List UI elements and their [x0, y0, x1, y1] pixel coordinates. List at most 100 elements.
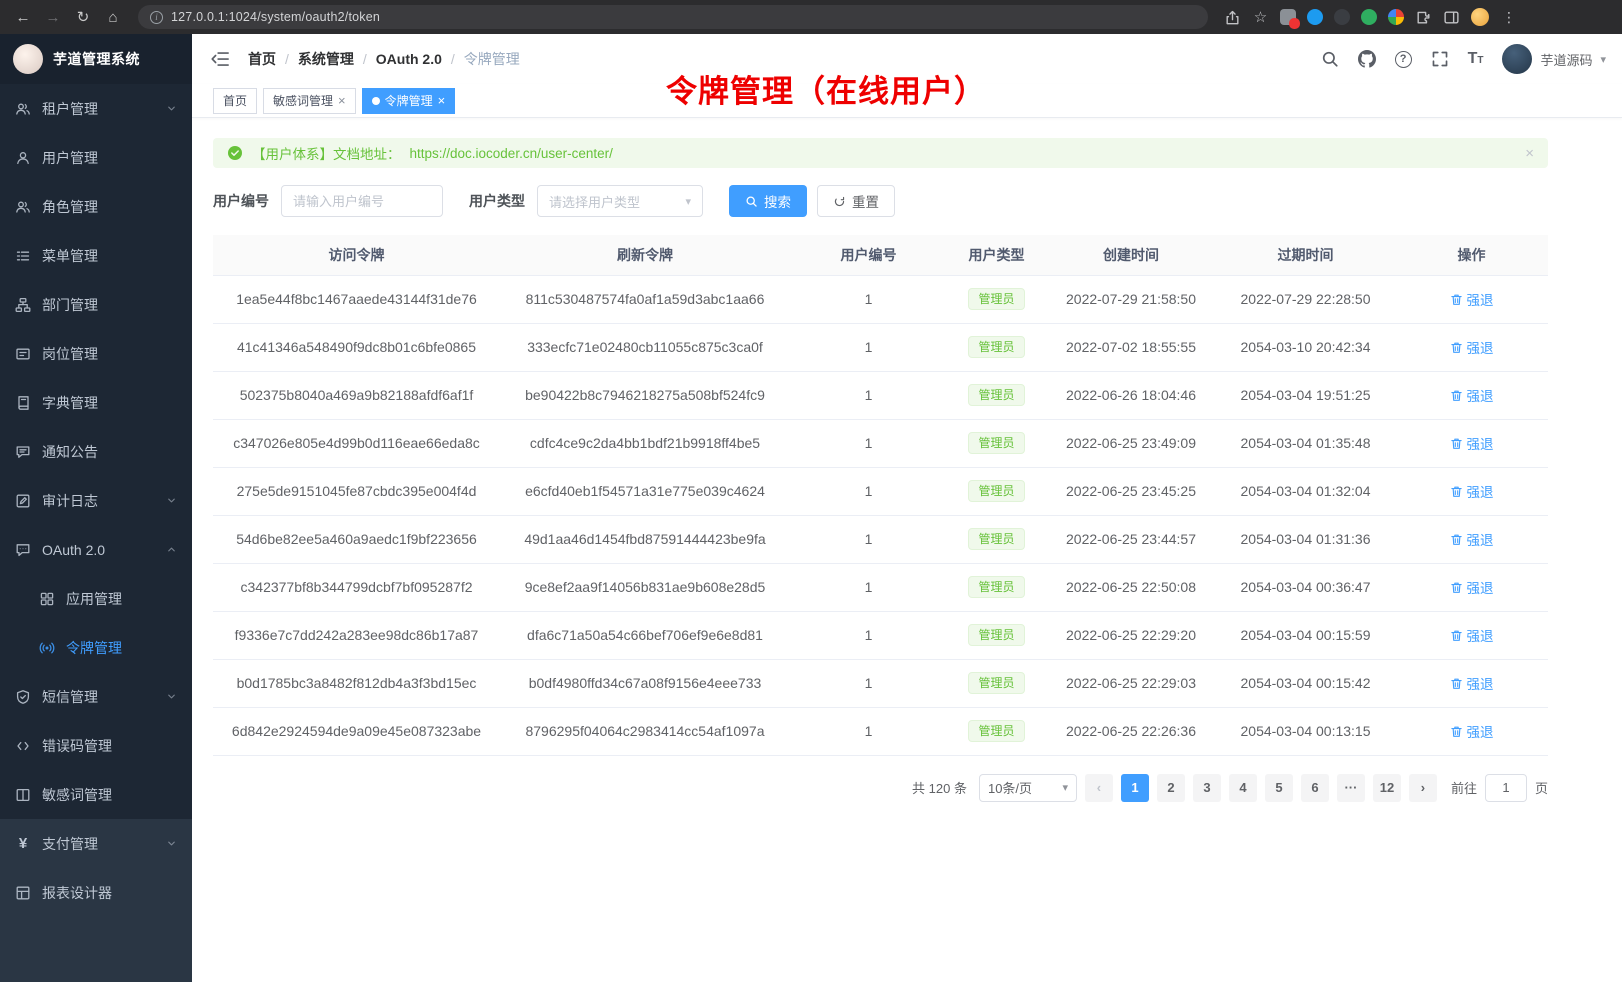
site-info-icon[interactable]: i: [150, 11, 163, 24]
user-type-badge: 管理员: [968, 336, 1024, 358]
fullscreen-icon[interactable]: [1431, 50, 1449, 68]
share-icon[interactable]: [1224, 9, 1241, 26]
reset-button[interactable]: 重置: [817, 185, 895, 217]
browser-menu-kebab-icon[interactable]: ⋮: [1500, 9, 1518, 26]
breadcrumb-item-current: 令牌管理: [464, 49, 520, 69]
sidebar-item-post[interactable]: 岗位管理: [0, 329, 192, 378]
refresh-token-cell: 49d1aa46d1454fbd87591444423be9fa: [500, 515, 790, 563]
help-icon[interactable]: ?: [1395, 51, 1412, 68]
user-id-input[interactable]: [281, 185, 443, 217]
sidebar-item-audit-log[interactable]: 审计日志: [0, 476, 192, 525]
extension-icon-4[interactable]: [1361, 9, 1377, 25]
breadcrumb-item-oauth[interactable]: OAuth 2.0: [376, 51, 442, 67]
page-button-3[interactable]: 3: [1193, 774, 1221, 802]
users-icon: [15, 101, 31, 117]
page-button-12[interactable]: 12: [1373, 774, 1401, 802]
force-logout-button[interactable]: 强退: [1450, 625, 1494, 645]
force-logout-button[interactable]: 强退: [1450, 577, 1494, 597]
extensions-puzzle-icon[interactable]: [1415, 9, 1432, 26]
sidebar-item-notice[interactable]: 通知公告: [0, 427, 192, 476]
doc-link[interactable]: https://doc.iocoder.cn/user-center/: [410, 146, 613, 161]
sidebar-item-pay[interactable]: ¥ 支付管理: [0, 819, 192, 868]
extension-icon-5[interactable]: [1388, 9, 1404, 25]
home-icon[interactable]: ⌂: [100, 4, 126, 30]
sidebar-item-oauth[interactable]: OAuth 2.0: [0, 525, 192, 574]
page-button-5[interactable]: 5: [1265, 774, 1293, 802]
yen-icon: ¥: [15, 835, 31, 852]
forward-icon[interactable]: →: [40, 4, 66, 30]
sidebar-item-tenant[interactable]: 租户管理: [0, 84, 192, 133]
prev-page-button[interactable]: ‹: [1085, 774, 1113, 802]
table-row: 6d842e2924594de9a09e45e087323abe 8796295…: [213, 707, 1548, 755]
action-cell: 强退: [1395, 419, 1548, 467]
page-button-4[interactable]: 4: [1229, 774, 1257, 802]
tab-home[interactable]: 首页: [213, 88, 257, 114]
access-token-cell: 1ea5e44f8bc1467aaede43144f31de76: [213, 275, 500, 323]
goto-page-input[interactable]: [1485, 774, 1527, 802]
page-more-button[interactable]: ···: [1337, 774, 1365, 802]
sidebar-item-user[interactable]: 用户管理: [0, 133, 192, 182]
font-size-icon[interactable]: TT: [1468, 51, 1484, 67]
breadcrumb-item-home[interactable]: 首页: [248, 49, 276, 69]
close-icon[interactable]: ×: [438, 94, 446, 107]
tab-sensitive-word[interactable]: 敏感词管理 ×: [263, 88, 356, 114]
sidebar-item-error-code[interactable]: 错误码管理: [0, 721, 192, 770]
delete-icon: [1450, 581, 1463, 594]
force-logout-button[interactable]: 强退: [1450, 529, 1494, 549]
force-logout-button[interactable]: 强退: [1450, 721, 1494, 741]
force-logout-button[interactable]: 强退: [1450, 385, 1494, 405]
created-at-cell: 2022-06-25 23:45:25: [1046, 467, 1216, 515]
search-button[interactable]: 搜索: [729, 185, 807, 217]
app-logo[interactable]: 芋道管理系统: [0, 34, 192, 84]
reload-icon[interactable]: ↻: [70, 4, 96, 30]
sidebar-item-sensitive-word[interactable]: 敏感词管理: [0, 770, 192, 819]
reset-button-label: 重置: [852, 191, 879, 211]
page-content: 【用户体系】文档地址： https://doc.iocoder.cn/user-…: [192, 118, 1622, 982]
extension-icon-3[interactable]: [1334, 9, 1350, 25]
force-logout-button[interactable]: 强退: [1450, 433, 1494, 453]
browser-profile-avatar[interactable]: [1471, 8, 1489, 26]
force-logout-button[interactable]: 强退: [1450, 337, 1494, 357]
next-page-button[interactable]: ›: [1409, 774, 1437, 802]
sidebar-item-role[interactable]: 角色管理: [0, 182, 192, 231]
search-icon[interactable]: [1321, 50, 1339, 68]
force-logout-button[interactable]: 强退: [1450, 673, 1494, 693]
goto-unit-label: 页: [1535, 778, 1548, 797]
sidebar-item-report-designer[interactable]: 报表设计器: [0, 868, 192, 917]
force-logout-button[interactable]: 强退: [1450, 289, 1494, 309]
user-menu[interactable]: 芋道源码 ▾: [1502, 44, 1606, 74]
force-logout-label: 强退: [1467, 721, 1494, 741]
side-panel-icon[interactable]: [1443, 9, 1460, 26]
force-logout-label: 强退: [1467, 481, 1494, 501]
bookmark-star-icon[interactable]: ☆: [1252, 9, 1269, 26]
sidebar-item-dict[interactable]: 字典管理: [0, 378, 192, 427]
search-button-label: 搜索: [764, 191, 791, 211]
url-bar[interactable]: i 127.0.0.1:1024/system/oauth2/token: [138, 5, 1208, 29]
force-logout-button[interactable]: 强退: [1450, 481, 1494, 501]
tab-token[interactable]: 令牌管理 ×: [362, 88, 456, 114]
alert-close-icon[interactable]: ×: [1525, 145, 1534, 162]
page-button-2[interactable]: 2: [1157, 774, 1185, 802]
created-at-cell: 2022-06-25 22:26:36: [1046, 707, 1216, 755]
extension-icon-2[interactable]: [1307, 9, 1323, 25]
user-type-select[interactable]: 请选择用户类型 ▾: [537, 185, 703, 217]
sidebar-item-oauth-token[interactable]: 令牌管理: [0, 623, 192, 672]
sidebar-item-dept[interactable]: 部门管理: [0, 280, 192, 329]
user-id-cell: 1: [790, 371, 947, 419]
page-button-1[interactable]: 1: [1121, 774, 1149, 802]
page-size-select[interactable]: 10条/页 ▾: [979, 774, 1077, 802]
back-icon[interactable]: ←: [10, 4, 36, 30]
sidebar-fold-icon[interactable]: [210, 49, 230, 69]
breadcrumb-item-system[interactable]: 系统管理: [298, 49, 354, 69]
close-icon[interactable]: ×: [338, 94, 346, 107]
page-button-6[interactable]: 6: [1301, 774, 1329, 802]
sidebar-item-sms[interactable]: 短信管理: [0, 672, 192, 721]
col-access-token: 访问令牌: [213, 235, 500, 275]
sidebar-item-menu[interactable]: 菜单管理: [0, 231, 192, 280]
sidebar-item-label: 菜单管理: [42, 246, 98, 266]
sidebar-item-oauth-app[interactable]: 应用管理: [0, 574, 192, 623]
github-icon[interactable]: [1358, 50, 1376, 68]
access-token-cell: c347026e805e4d99b0d116eae66eda8c: [213, 419, 500, 467]
refresh-token-cell: be90422b8c7946218275a508bf524fc9: [500, 371, 790, 419]
extension-icon-1[interactable]: [1280, 9, 1296, 25]
